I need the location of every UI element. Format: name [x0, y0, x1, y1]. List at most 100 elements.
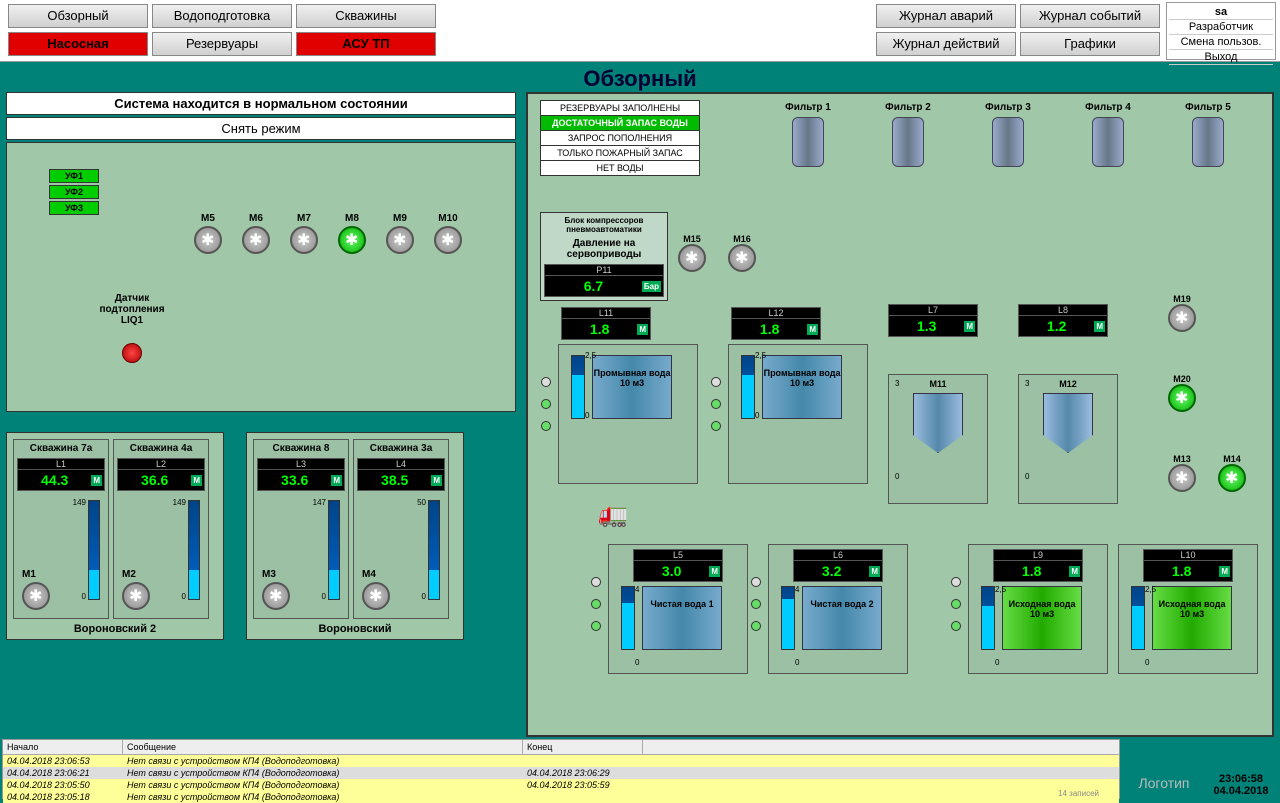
liq-sensor-label: Датчик подтопления LIQ1 — [97, 293, 167, 326]
tank-clean-2[interactable]: L63.2М 4 Чистая вода 2 0 — [768, 544, 908, 674]
liq-sensor-icon — [122, 343, 142, 363]
level-bar — [188, 500, 200, 600]
led-icon — [541, 377, 551, 387]
tank-clean-1[interactable]: L53.0М 4 Чистая вода 1 0 — [608, 544, 748, 674]
tank-source-1[interactable]: L91.8М 2,5 Исходная вода 10 м3 0 — [968, 544, 1108, 674]
pump-m15[interactable]: M15 — [678, 234, 706, 272]
cone-tank-1[interactable]: 3 M11 0 — [888, 374, 988, 504]
pump-icon — [434, 226, 462, 254]
filter-2[interactable]: Фильтр 2 — [868, 102, 948, 171]
log-count: 14 записей — [1058, 789, 1099, 798]
pump-m10[interactable]: M10 — [427, 213, 469, 254]
filter-3[interactable]: Фильтр 3 — [968, 102, 1048, 171]
pump-m20[interactable]: M20 — [1168, 374, 1196, 412]
switch-user-button[interactable]: Смена пользов. — [1169, 35, 1273, 50]
reservoir-status-line: ЗАПРОС ПОПОЛНЕНИЯ — [540, 131, 700, 146]
pump-icon — [122, 582, 150, 610]
log-row[interactable]: 04.04.2018 23:06:53Нет связи с устройств… — [3, 755, 1119, 767]
cone-tank-2[interactable]: 3 M12 0 — [1018, 374, 1118, 504]
well-card[interactable]: Скважина 8L333.6М1470M3 — [253, 439, 349, 619]
led-icon — [751, 599, 761, 609]
pump-m13[interactable]: M13 — [1168, 454, 1196, 492]
well-card[interactable]: Скважина 3аL438.5М500M4 — [353, 439, 449, 619]
level-l7: L7 1.3М — [888, 304, 978, 337]
pump-m19[interactable]: M19 — [1168, 294, 1196, 332]
pump-icon — [338, 226, 366, 254]
truck-icon: 🚛 — [598, 500, 628, 529]
pump-icon — [290, 226, 318, 254]
clock-time: 23:06:58 — [1206, 773, 1276, 785]
led-icon — [711, 399, 721, 409]
pump-m14[interactable]: M14 — [1218, 454, 1246, 492]
tank-source-2[interactable]: L101.8М 2,5 Исходная вода 10 м3 0 — [1118, 544, 1258, 674]
led-icon — [951, 577, 961, 587]
nav-btn-журнал-событий[interactable]: Журнал событий — [1020, 4, 1160, 28]
level-bar — [781, 586, 795, 650]
clock-date: 04.04.2018 — [1206, 785, 1276, 797]
nav-btn-водоподготовка[interactable]: Водоподготовка — [152, 4, 292, 28]
pump-station-area: УФ1 УФ2 УФ3 Датчик подтопления LIQ1 M5M6M7… — [6, 142, 516, 412]
led-icon — [751, 621, 761, 631]
level-bar — [571, 355, 585, 419]
page-title: Обзорный — [0, 66, 1280, 92]
filter-vessel-icon — [1092, 117, 1124, 167]
filters-row: Фильтр 1 Фильтр 2 Фильтр 3 Фильтр 4 Фильтр 5 — [748, 102, 1262, 262]
pump-m6[interactable]: M6 — [235, 213, 277, 254]
p11-value: 6.7 Бар — [544, 275, 664, 297]
level-l8: L8 1.2М — [1018, 304, 1108, 337]
tank-wash-1[interactable]: L111.8М 2,5 Промывная вода 10 м3 0 — [558, 344, 698, 484]
led-icon — [711, 377, 721, 387]
pump-icon — [728, 244, 756, 272]
user-role: Разработчик — [1169, 20, 1273, 35]
uf-indicator[interactable]: УФ2 — [49, 185, 99, 199]
pump-m16[interactable]: M16 — [728, 234, 756, 272]
led-icon — [711, 421, 721, 431]
cone-vessel-icon — [1043, 393, 1093, 453]
log-row[interactable]: 04.04.2018 23:05:18Нет связи с устройств… — [3, 791, 1119, 803]
pump-icon — [386, 226, 414, 254]
nav-btn-журнал-аварий[interactable]: Журнал аварий — [876, 4, 1016, 28]
pump-m8[interactable]: M8 — [331, 213, 373, 254]
nav-btn-насосная[interactable]: Насосная — [8, 32, 148, 56]
filter-vessel-icon — [892, 117, 924, 167]
well-card[interactable]: Скважина 7аL144.3М1490M1 — [13, 439, 109, 619]
uf-indicator[interactable]: УФ3 — [49, 201, 99, 215]
exit-button[interactable]: Выход — [1169, 50, 1273, 65]
right-panel: РЕЗЕРВУАРЫ ЗАПОЛНЕНЫДОСТАТОЧНЫЙ ЗАПАС ВО… — [526, 92, 1274, 737]
user-box: sa Разработчик Смена пользов. Выход — [1166, 2, 1276, 60]
pump-m5[interactable]: M5 — [187, 213, 229, 254]
nav-btn-журнал-действий[interactable]: Журнал действий — [876, 32, 1016, 56]
led-icon — [541, 421, 551, 431]
pump-m9[interactable]: M9 — [379, 213, 421, 254]
nav-btn-асу тп[interactable]: АСУ ТП — [296, 32, 436, 56]
led-icon — [951, 599, 961, 609]
pump-icon — [1168, 464, 1196, 492]
cone-vessel-icon — [913, 393, 963, 453]
well-card[interactable]: Скважина 4аL236.6М1490M2 — [113, 439, 209, 619]
pump-m7[interactable]: M7 — [283, 213, 325, 254]
well-group-1: Скважина 7аL144.3М1490M1Скважина 4аL236.… — [6, 432, 224, 640]
filter-5[interactable]: Фильтр 5 — [1168, 102, 1248, 171]
filter-vessel-icon — [1192, 117, 1224, 167]
mode-button[interactable]: Снять режим — [6, 117, 516, 140]
filter-1[interactable]: Фильтр 1 — [768, 102, 848, 171]
alarm-log[interactable]: Начало Сообщение Конец 04.04.2018 23:06:… — [2, 739, 1120, 799]
nav-btn-скважины[interactable]: Скважины — [296, 4, 436, 28]
well-group-1-name: Вороновский 2 — [11, 623, 219, 635]
uf-indicator[interactable]: УФ1 — [49, 169, 99, 183]
led-icon — [591, 577, 601, 587]
nav-btn-обзорный[interactable]: Обзорный — [8, 4, 148, 28]
uf-indicators: УФ1 УФ2 УФ3 — [47, 167, 101, 217]
led-icon — [541, 399, 551, 409]
filter-4[interactable]: Фильтр 4 — [1068, 102, 1148, 171]
tank-wash-2[interactable]: L121.8М 2,5 Промывная вода 10 м3 0 — [728, 344, 868, 484]
pump-icon — [22, 582, 50, 610]
well-group-2-name: Вороновский — [251, 623, 459, 635]
filter-vessel-icon — [992, 117, 1024, 167]
log-row[interactable]: 04.04.2018 23:06:21Нет связи с устройств… — [3, 767, 1119, 779]
log-row[interactable]: 04.04.2018 23:05:50Нет связи с устройств… — [3, 779, 1119, 791]
level-bar — [981, 586, 995, 650]
level-bar — [741, 355, 755, 419]
nav-btn-графики[interactable]: Графики — [1020, 32, 1160, 56]
nav-btn-резервуары[interactable]: Резервуары — [152, 32, 292, 56]
